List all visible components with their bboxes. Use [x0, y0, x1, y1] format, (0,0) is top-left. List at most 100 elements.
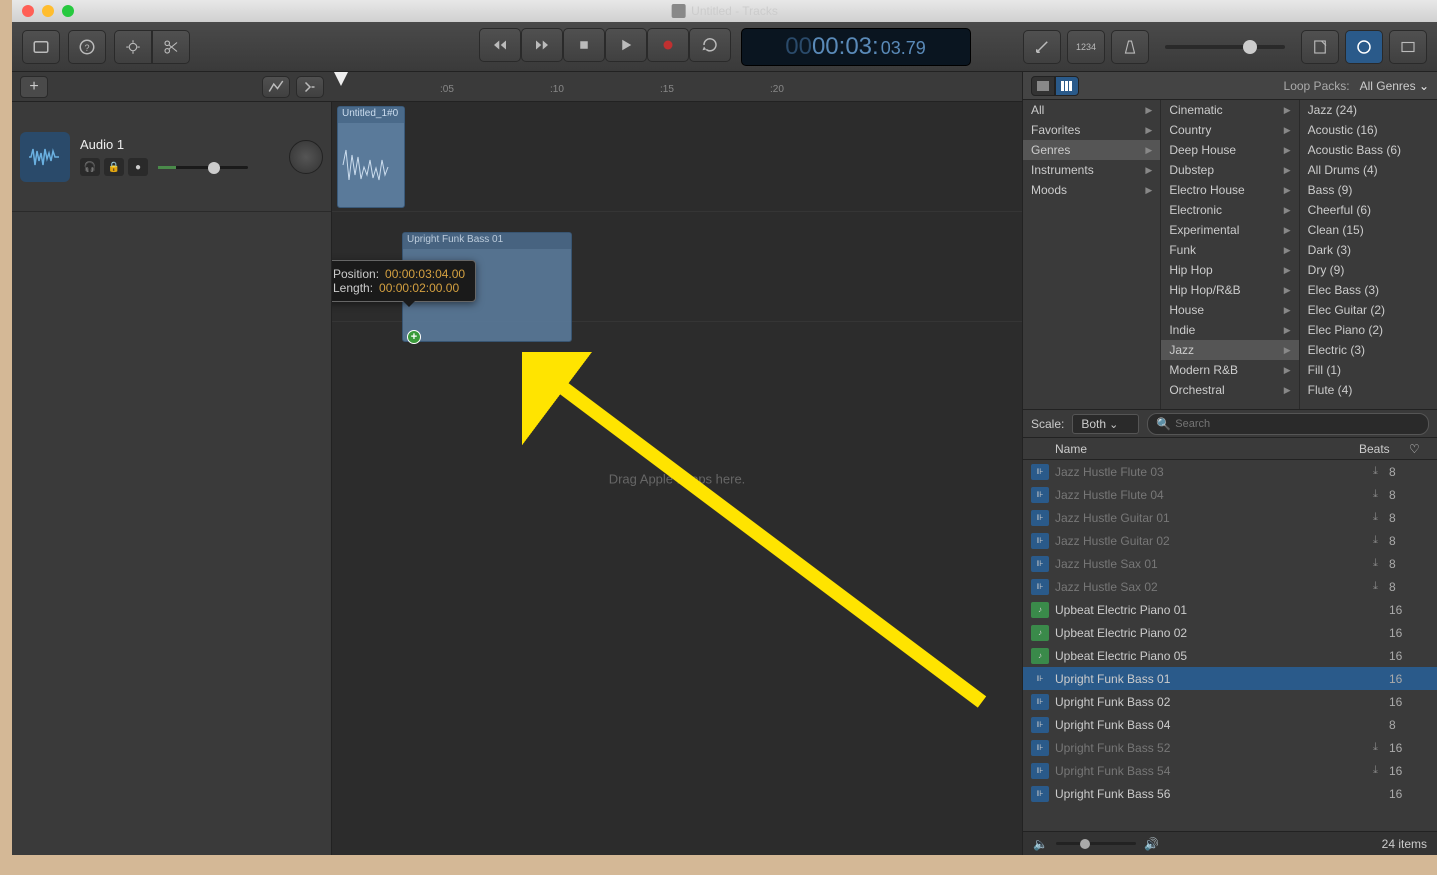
category-item[interactable]: Orchestral▶ [1161, 380, 1298, 400]
category-item[interactable]: Electro House▶ [1161, 180, 1298, 200]
col-header-favorite[interactable]: ♡ [1409, 442, 1429, 456]
category-item[interactable]: Flute (4) [1300, 380, 1437, 400]
results-list[interactable]: ⊪Jazz Hustle Flute 03⤓8⊪Jazz Hustle Flut… [1023, 460, 1437, 831]
scissors-button[interactable] [152, 30, 190, 64]
category-item[interactable]: Genres▶ [1023, 140, 1160, 160]
category-item[interactable]: Cheerful (6) [1300, 200, 1437, 220]
category-item[interactable]: Hip Hop▶ [1161, 260, 1298, 280]
category-item[interactable]: Funk▶ [1161, 240, 1298, 260]
download-icon[interactable]: ⤓ [1373, 741, 1389, 754]
loop-result-row[interactable]: ⊪Upright Funk Bass 54⤓16 [1023, 759, 1437, 782]
category-item[interactable]: Clean (15) [1300, 220, 1437, 240]
catch-button[interactable] [296, 76, 324, 98]
loop-result-row[interactable]: ⊪Upright Funk Bass 52⤓16 [1023, 736, 1437, 759]
maximize-window-button[interactable] [62, 5, 74, 17]
notepad-button[interactable] [1301, 30, 1339, 64]
forward-button[interactable] [521, 28, 563, 62]
loop-result-row[interactable]: ⊪Jazz Hustle Guitar 02⤓8 [1023, 529, 1437, 552]
track-row[interactable]: Audio 1 🎧 🔒 ● [12, 102, 331, 212]
category-item[interactable]: Moods▶ [1023, 180, 1160, 200]
category-item[interactable]: Jazz▶ [1161, 340, 1298, 360]
loop-result-row[interactable]: ⊪Jazz Hustle Guitar 01⤓8 [1023, 506, 1437, 529]
library-button[interactable] [22, 30, 60, 64]
add-track-button[interactable]: + [20, 76, 48, 98]
solo-button[interactable]: 🔒 [104, 158, 124, 176]
automation-button[interactable] [262, 76, 290, 98]
category-item[interactable]: Deep House▶ [1161, 140, 1298, 160]
loop-result-row[interactable]: ♪Upbeat Electric Piano 0116 [1023, 598, 1437, 621]
category-item[interactable]: Acoustic Bass (6) [1300, 140, 1437, 160]
category-item[interactable]: Hip Hop/R&B▶ [1161, 280, 1298, 300]
loop-result-row[interactable]: ⊪Upright Funk Bass 048 [1023, 713, 1437, 736]
category-item[interactable]: Country▶ [1161, 120, 1298, 140]
record-enable-button[interactable]: ● [128, 158, 148, 176]
loop-result-row[interactable]: ⊪Jazz Hustle Flute 04⤓8 [1023, 483, 1437, 506]
arrangement-area[interactable]: Untitled_1#0 Upright Funk Bass 01 Positi… [332, 102, 1022, 855]
category-item[interactable]: Indie▶ [1161, 320, 1298, 340]
category-item[interactable]: All Drums (4) [1300, 160, 1437, 180]
loop-result-row[interactable]: ⊪Jazz Hustle Sax 01⤓8 [1023, 552, 1437, 575]
category-item[interactable]: Elec Bass (3) [1300, 280, 1437, 300]
button-view-button[interactable] [1031, 76, 1055, 96]
category-item[interactable]: Favorites▶ [1023, 120, 1160, 140]
rewind-button[interactable] [479, 28, 521, 62]
category-item[interactable]: Fill (1) [1300, 360, 1437, 380]
download-icon[interactable]: ⤓ [1373, 764, 1389, 777]
column-view-button[interactable] [1055, 76, 1079, 96]
category-item[interactable]: Jazz (24) [1300, 100, 1437, 120]
preview-volume-slider[interactable] [1056, 842, 1136, 845]
download-icon[interactable]: ⤓ [1373, 580, 1389, 593]
category-col-2[interactable]: Cinematic▶Country▶Deep House▶Dubstep▶Ele… [1161, 100, 1299, 409]
master-volume-slider[interactable] [1165, 45, 1285, 49]
lcd-display[interactable]: 00 00:03: 03.79 [741, 28, 971, 66]
category-item[interactable]: Experimental▶ [1161, 220, 1298, 240]
help-button[interactable]: ? [68, 30, 106, 64]
category-item[interactable]: Electric (3) [1300, 340, 1437, 360]
loop-browser-button[interactable] [1345, 30, 1383, 64]
search-box[interactable]: 🔍 [1147, 413, 1429, 435]
record-button[interactable] [647, 28, 689, 62]
close-window-button[interactable] [22, 5, 34, 17]
category-item[interactable]: Elec Piano (2) [1300, 320, 1437, 340]
play-button[interactable] [605, 28, 647, 62]
pan-knob[interactable] [289, 140, 323, 174]
category-item[interactable]: Acoustic (16) [1300, 120, 1437, 140]
download-icon[interactable]: ⤓ [1373, 511, 1389, 524]
download-icon[interactable]: ⤓ [1373, 557, 1389, 570]
minimize-window-button[interactable] [42, 5, 54, 17]
smart-controls-button[interactable] [114, 30, 152, 64]
search-input[interactable] [1175, 418, 1420, 430]
timeline-ruler[interactable]: :05 :10 :15 :20 [332, 72, 1022, 101]
col-header-beats[interactable]: Beats [1359, 442, 1409, 456]
loop-result-row[interactable]: ⊪Upright Funk Bass 0116 [1023, 667, 1437, 690]
download-icon[interactable]: ⤓ [1373, 465, 1389, 478]
category-item[interactable]: Dark (3) [1300, 240, 1437, 260]
audio-region[interactable]: Untitled_1#0 [337, 106, 405, 208]
track-volume-slider[interactable] [158, 166, 248, 169]
category-item[interactable]: Dubstep▶ [1161, 160, 1298, 180]
tuner-button[interactable] [1023, 30, 1061, 64]
category-item[interactable]: Cinematic▶ [1161, 100, 1298, 120]
category-item[interactable]: Modern R&B▶ [1161, 360, 1298, 380]
category-item[interactable]: Elec Guitar (2) [1300, 300, 1437, 320]
media-browser-button[interactable] [1389, 30, 1427, 64]
cycle-button[interactable] [689, 28, 731, 62]
mute-button[interactable]: 🎧 [80, 158, 100, 176]
count-in-button[interactable]: 1234 [1067, 30, 1105, 64]
category-item[interactable]: Dry (9) [1300, 260, 1437, 280]
download-icon[interactable]: ⤓ [1373, 534, 1389, 547]
category-item[interactable]: House▶ [1161, 300, 1298, 320]
playhead[interactable] [334, 72, 348, 86]
category-item[interactable]: All▶ [1023, 100, 1160, 120]
loop-result-row[interactable]: ♪Upbeat Electric Piano 0216 [1023, 621, 1437, 644]
scale-dropdown[interactable]: Both ⌄ [1072, 414, 1139, 434]
download-icon[interactable]: ⤓ [1373, 488, 1389, 501]
loop-result-row[interactable]: ⊪Upright Funk Bass 5616 [1023, 782, 1437, 805]
category-item[interactable]: Bass (9) [1300, 180, 1437, 200]
category-col-1[interactable]: All▶Favorites▶Genres▶Instruments▶Moods▶ [1023, 100, 1161, 409]
category-col-3[interactable]: Jazz (24)Acoustic (16)Acoustic Bass (6)A… [1300, 100, 1437, 409]
stop-button[interactable] [563, 28, 605, 62]
metronome-button[interactable] [1111, 30, 1149, 64]
category-item[interactable]: Electronic▶ [1161, 200, 1298, 220]
loop-result-row[interactable]: ♪Upbeat Electric Piano 0516 [1023, 644, 1437, 667]
